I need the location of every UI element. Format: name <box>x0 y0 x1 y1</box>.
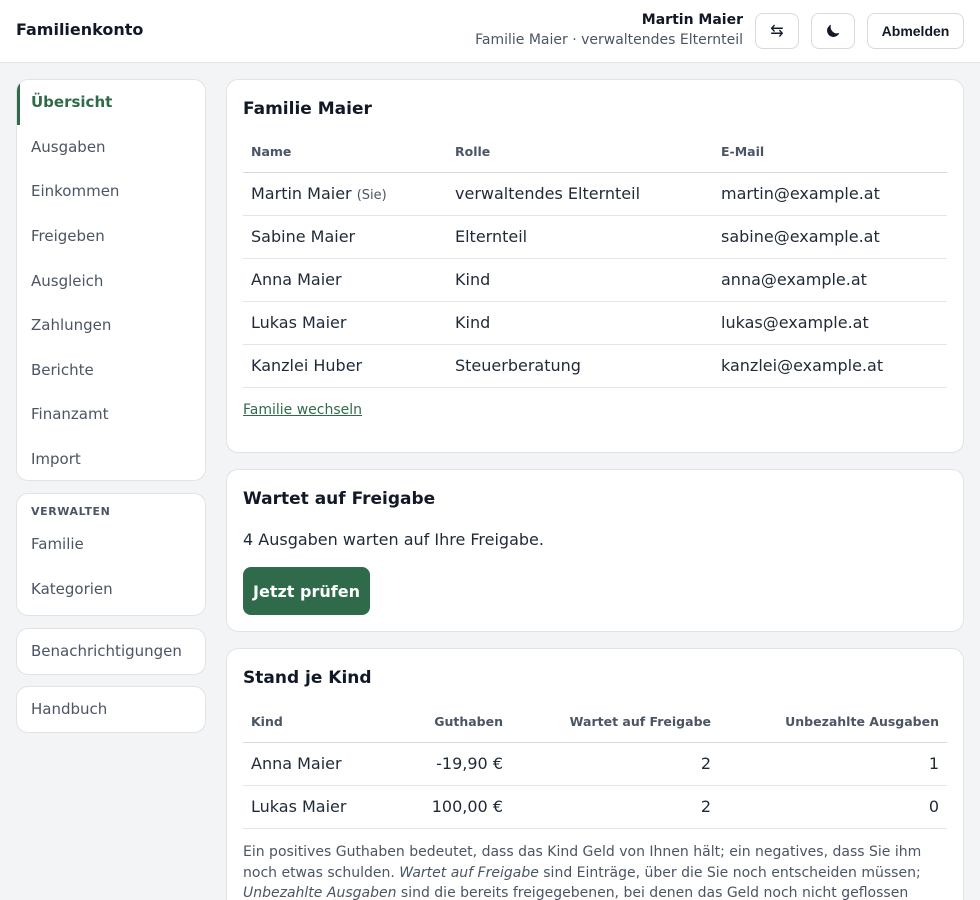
app-title: Familienkonto <box>16 20 144 39</box>
member-name: Kanzlei Huber <box>243 344 447 388</box>
balance-explanation: Ein positives Guthaben bedeutet, dass da… <box>243 844 922 900</box>
table-row: Anna Maier -19,90 € 2 1 <box>243 742 947 786</box>
family-title: Familie Maier <box>243 99 372 119</box>
child-balance-table: Kind Guthaben Wartet auf Freigabe Unbeza… <box>243 702 947 829</box>
pending-approval-card: Wartet auf Freigabe 4 Ausgaben warten au… <box>226 469 964 632</box>
table-row: Kanzlei Huber Steuerberatung kanzlei@exa… <box>243 344 947 388</box>
member-role: Elternteil <box>447 215 713 259</box>
column-header-guthaben: Guthaben <box>393 702 511 743</box>
member-role: Kind <box>447 258 713 302</box>
child-balance-title: Stand je Kind <box>243 668 372 688</box>
table-row: Lukas Maier 100,00 € 2 0 <box>243 785 947 829</box>
table-row: Martin Maier (Sie) verwaltendes Elternte… <box>243 172 947 216</box>
moon-icon <box>827 24 840 37</box>
child-name: Anna Maier <box>243 742 393 786</box>
table-row: Sabine Maier Elternteil sabine@example.a… <box>243 215 947 259</box>
nav-item-import[interactable]: Import <box>17 437 205 480</box>
member-name: Martin Maier <box>251 184 352 203</box>
top-bar: Familienkonto Martin Maier Familie Maier… <box>0 0 980 63</box>
member-name: Anna Maier <box>243 258 447 302</box>
swap-arrows-icon: ⇆ <box>770 23 784 40</box>
self-marker: (Sie) <box>356 188 387 203</box>
nav-item-ausgaben[interactable]: Ausgaben <box>17 125 205 170</box>
member-email: anna@example.at <box>713 258 947 302</box>
switch-family-button[interactable]: ⇆ <box>755 13 799 49</box>
column-header-unbezahlt: Unbezahlte Ausgaben <box>719 702 947 743</box>
user-family-role: Familie Maier · verwaltendes Elternteil <box>475 32 743 48</box>
member-email: kanzlei@example.at <box>713 344 947 388</box>
nav-item-zahlungen[interactable]: Zahlungen <box>17 303 205 348</box>
user-name: Martin Maier <box>641 12 743 28</box>
nav-item-einkommen[interactable]: Einkommen <box>17 169 205 214</box>
member-email: lukas@example.at <box>713 301 947 345</box>
review-now-button[interactable]: Jetzt prüfen <box>243 567 370 615</box>
member-email: sabine@example.at <box>713 215 947 259</box>
column-header-rolle: Rolle <box>447 132 713 173</box>
sidebar-manage-nav: VERWALTEN Familie Kategorien <box>16 493 206 616</box>
member-name: Lukas Maier <box>243 301 447 345</box>
nav-item-finanzamt[interactable]: Finanzamt <box>17 392 205 437</box>
child-balance: 100,00 € <box>393 785 511 829</box>
child-pending-count: 2 <box>511 785 719 829</box>
column-header-name: Name <box>243 132 447 173</box>
member-role: Steuerberatung <box>447 344 713 388</box>
nav-item-ausgleich[interactable]: Ausgleich <box>17 258 205 303</box>
switch-family-link[interactable]: Familie wechseln <box>243 402 362 418</box>
sidebar-notifications-nav: Benachrichtigungen <box>16 628 206 675</box>
member-role: verwaltendes Elternteil <box>447 172 713 216</box>
member-name-cell: Martin Maier (Sie) <box>243 172 447 216</box>
table-header-row: Kind Guthaben Wartet auf Freigabe Unbeza… <box>243 702 947 743</box>
sidebar-main-nav: Übersicht Ausgaben Einkommen Freigeben A… <box>16 79 206 481</box>
table-row: Lukas Maier Kind lukas@example.at <box>243 301 947 345</box>
child-unpaid-count: 0 <box>719 785 947 829</box>
nav-item-handbuch[interactable]: Handbuch <box>17 687 205 732</box>
nav-item-uebersicht[interactable]: Übersicht <box>17 80 205 125</box>
table-header-row: Name Rolle E-Mail <box>243 132 947 173</box>
logout-button[interactable]: Abmelden <box>867 13 964 49</box>
column-header-email: E-Mail <box>713 132 947 173</box>
column-header-wartet: Wartet auf Freigabe <box>511 702 719 743</box>
member-email: martin@example.at <box>713 172 947 216</box>
nav-item-berichte[interactable]: Berichte <box>17 348 205 393</box>
nav-item-freigeben[interactable]: Freigeben <box>17 214 205 259</box>
nav-item-benachrichtigungen[interactable]: Benachrichtigungen <box>17 629 205 674</box>
child-unpaid-count: 1 <box>719 742 947 786</box>
table-row: Anna Maier Kind anna@example.at <box>243 258 947 302</box>
child-name: Lukas Maier <box>243 785 393 829</box>
child-pending-count: 2 <box>511 742 719 786</box>
nav-item-familie[interactable]: Familie <box>17 522 205 567</box>
pending-title: Wartet auf Freigabe <box>243 489 436 509</box>
child-balance: -19,90 € <box>393 742 511 786</box>
user-info: Martin Maier Familie Maier · verwaltende… <box>475 11 743 51</box>
child-balance-card: Stand je Kind Kind Guthaben Wartet auf F… <box>226 648 964 900</box>
nav-section-heading: VERWALTEN <box>31 505 111 518</box>
family-card: Familie Maier Name Rolle E-Mail Martin M… <box>226 79 964 453</box>
dark-mode-toggle-button[interactable] <box>811 13 855 49</box>
family-members-table: Name Rolle E-Mail Martin Maier (Sie) ver… <box>243 132 947 388</box>
pending-message: 4 Ausgaben warten auf Ihre Freigabe. <box>243 530 544 549</box>
member-name: Sabine Maier <box>243 215 447 259</box>
column-header-kind: Kind <box>243 702 393 743</box>
nav-item-kategorien[interactable]: Kategorien <box>17 567 205 612</box>
member-role: Kind <box>447 301 713 345</box>
sidebar-manual-nav: Handbuch <box>16 686 206 733</box>
